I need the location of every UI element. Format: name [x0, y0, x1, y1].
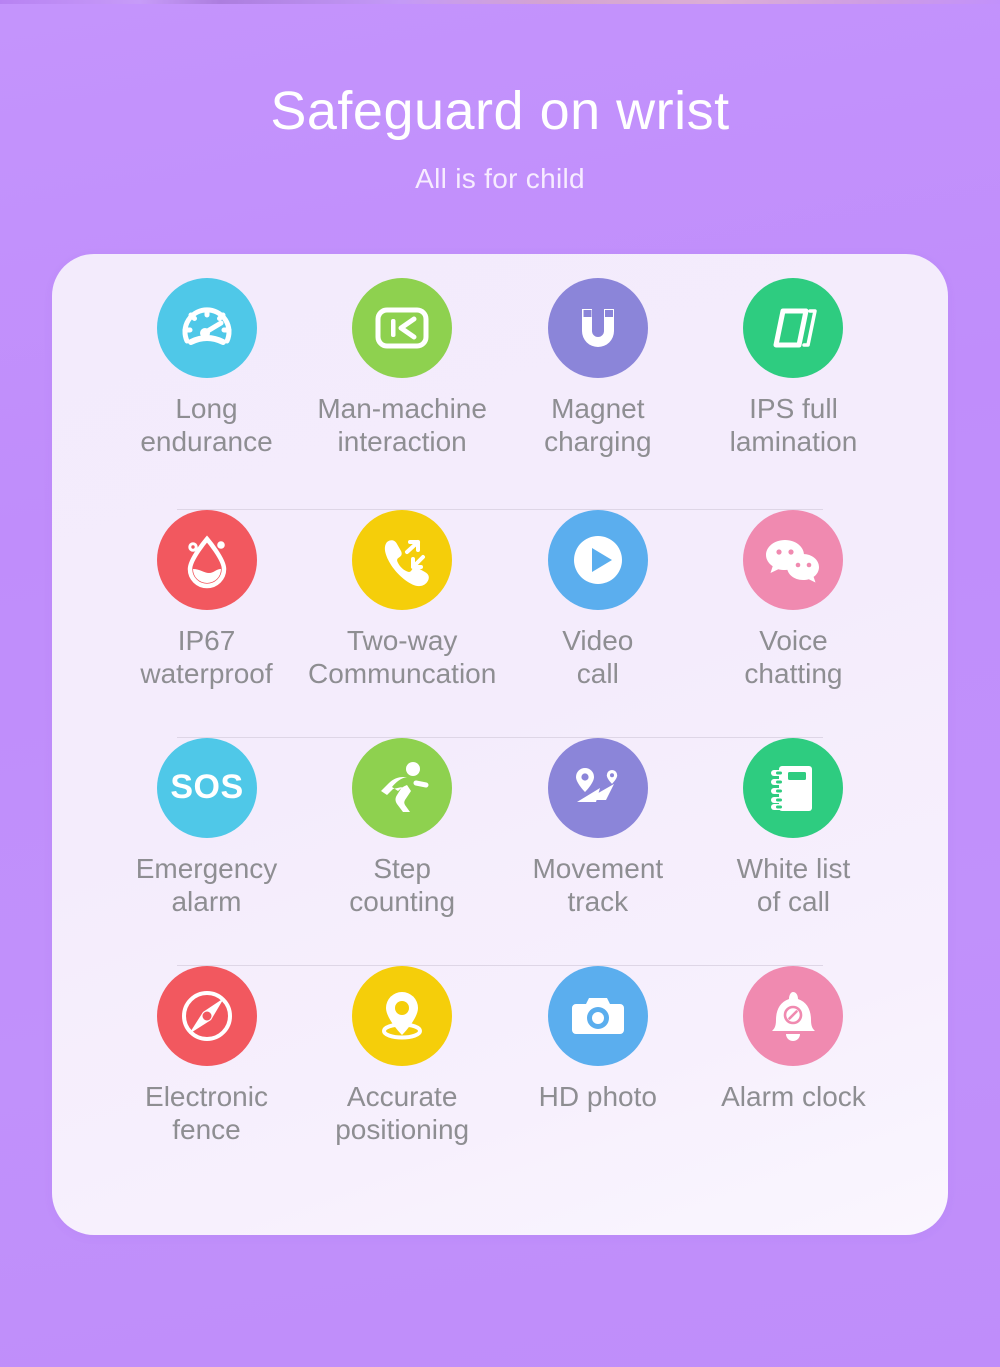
camera-icon [547, 966, 648, 1066]
feature-cell-hd-photo[interactable]: HD photo [501, 966, 694, 1194]
feature-cell-step-counting[interactable]: Step counting [306, 738, 499, 966]
feature-label: Step counting [349, 853, 456, 918]
feature-label: HD photo [538, 1081, 657, 1112]
feature-cell-emergency-alarm[interactable]: SOS Emergency alarm [110, 738, 303, 966]
hero-header: Safeguard on wrist All is for child [0, 0, 1000, 195]
play-circle-icon [547, 510, 648, 610]
feature-label: Man-machine interaction [317, 393, 487, 458]
promo-page: Safeguard on wrist All is for child Long… [0, 0, 1000, 1367]
magnet-icon [547, 278, 648, 378]
alarm-bell-icon [743, 966, 844, 1066]
feature-row: SOS Emergency alarm Step counting Moveme… [72, 738, 928, 966]
feature-cell-movement-track[interactable]: Movement track [501, 738, 694, 966]
page-title: Safeguard on wrist [270, 81, 730, 141]
feature-cell-ips-full-lamination[interactable]: IPS full lamination [697, 278, 890, 510]
feature-cell-long-endurance[interactable]: Long endurance [110, 278, 303, 510]
feature-cell-video-call[interactable]: Video call [501, 510, 694, 738]
feature-row: Electronic fence Accurate positioning HD… [72, 966, 928, 1194]
lamination-layers-icon [743, 278, 844, 378]
feature-label: Movement track [532, 853, 664, 918]
skip-back-screen-icon [352, 278, 453, 378]
feature-cell-ip67-waterproof[interactable]: IP67 waterproof [110, 510, 303, 738]
feature-label: Alarm clock [721, 1081, 866, 1112]
speedometer-icon [156, 278, 257, 378]
feature-label: Two-way Communcation [308, 625, 497, 690]
feature-label: White list of call [736, 853, 851, 918]
page-subtitle: All is for child [415, 163, 585, 195]
feature-label: Accurate positioning [335, 1081, 470, 1146]
feature-label: Emergency alarm [135, 853, 278, 918]
feature-label: Voice chatting [744, 625, 843, 690]
feature-cell-accurate-positioning[interactable]: Accurate positioning [306, 966, 499, 1194]
phone-two-way-icon [352, 510, 453, 610]
feature-row: IP67 waterproof Two-way Communcation Vid… [72, 510, 928, 738]
feature-label: Video call [562, 625, 634, 690]
feature-label: IPS full lamination [729, 393, 858, 458]
feature-card: Long endurance Man-machine interaction M… [52, 254, 948, 1235]
feature-cell-voice-chatting[interactable]: Voice chatting [697, 510, 890, 738]
feature-label: Electronic fence [145, 1081, 268, 1146]
feature-cell-man-machine-interaction[interactable]: Man-machine interaction [306, 278, 499, 510]
svg-text:SOS: SOS [170, 768, 243, 806]
compass-icon [156, 966, 257, 1066]
feature-cell-white-list-of-call[interactable]: White list of call [697, 738, 890, 966]
location-pin-icon [352, 966, 453, 1066]
feature-label: Magnet charging [544, 393, 652, 458]
feature-row: Long endurance Man-machine interaction M… [72, 278, 928, 510]
feature-cell-magnet-charging[interactable]: Magnet charging [501, 278, 694, 510]
water-drop-icon [156, 510, 257, 610]
running-person-icon [352, 738, 453, 838]
feature-cell-two-way-communcation[interactable]: Two-way Communcation [306, 510, 499, 738]
feature-cell-electronic-fence[interactable]: Electronic fence [110, 966, 303, 1194]
notebook-icon [743, 738, 844, 838]
map-route-icon [547, 738, 648, 838]
feature-label: IP67 waterproof [140, 625, 273, 690]
sos-icon: SOS [156, 738, 257, 838]
feature-label: Long endurance [140, 393, 273, 458]
chat-bubbles-icon [743, 510, 844, 610]
feature-cell-alarm-clock[interactable]: Alarm clock [697, 966, 890, 1194]
